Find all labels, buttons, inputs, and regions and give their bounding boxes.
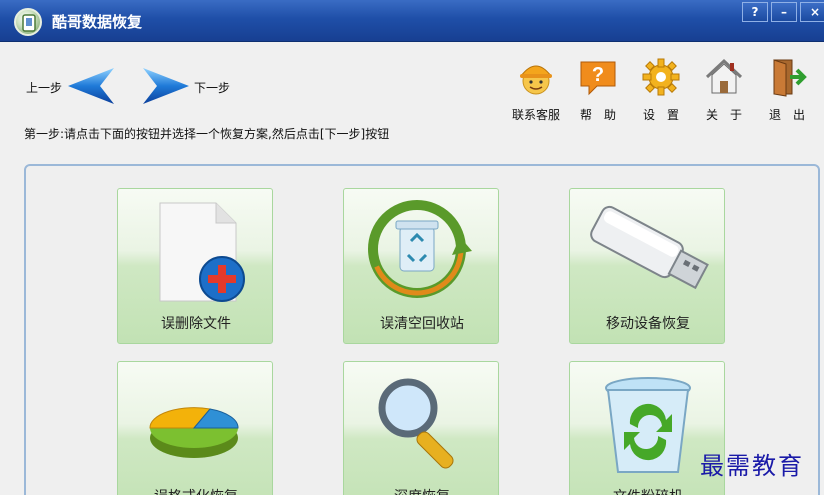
card-deleted-files[interactable]: 误删除文件: [117, 188, 273, 344]
magnifier-icon: [378, 378, 454, 469]
card-deleted-files-label: 误删除文件: [161, 316, 231, 332]
title-help-button[interactable]: ?: [742, 2, 768, 22]
tool-help-label: 帮 助: [579, 108, 616, 122]
tool-support[interactable]: 联系客服: [506, 56, 566, 123]
tool-settings-label: 设 置: [642, 108, 679, 122]
minimize-button[interactable]: –: [771, 2, 797, 22]
card-recycle-bin-label: 误清空回收站: [380, 316, 464, 332]
help-icon: ?: [580, 61, 616, 96]
card-recycle-bin[interactable]: 误清空回收站: [343, 188, 499, 344]
svg-text:?: ?: [592, 64, 604, 86]
tool-settings[interactable]: 设 置: [631, 56, 691, 123]
exit-door-icon: [773, 59, 807, 97]
tool-about[interactable]: 关 于: [694, 56, 754, 123]
card-format-recovery-label: 误格式化恢复: [118, 486, 272, 495]
tool-help[interactable]: ? 帮 助: [568, 56, 628, 123]
prev-arrow-icon[interactable]: [66, 66, 116, 106]
app-window: 酷哥数据恢复 ? – × 上一步 下一步 联系客服 ? 帮 助 设 置 关 于 …: [0, 0, 824, 495]
card-deep-recovery-label: 深度恢复: [344, 486, 498, 495]
next-step-label[interactable]: 下一步: [194, 79, 230, 96]
prev-step-label[interactable]: 上一步: [26, 79, 62, 96]
card-file-shredder-label: 文件粉碎机: [570, 486, 724, 495]
window-title: 酷哥数据恢复: [52, 13, 143, 31]
tool-about-label: 关 于: [705, 108, 742, 122]
tool-exit[interactable]: 退 出: [757, 56, 817, 123]
card-deep-recovery[interactable]: 深度恢复: [343, 361, 499, 495]
card-mobile-device[interactable]: 移动设备恢复: [569, 188, 725, 344]
gear-icon: [642, 58, 680, 96]
nav-toolbar-area: 上一步 下一步 联系客服 ? 帮 助 设 置 关 于 退 出: [0, 42, 824, 122]
tool-support-label: 联系客服: [511, 108, 560, 122]
app-logo-icon: [14, 8, 42, 36]
usb-drive-icon: [590, 205, 709, 290]
card-format-recovery[interactable]: 误格式化恢复: [117, 361, 273, 495]
pie-chart-icon: [149, 407, 239, 458]
watermark-text: 最需教育: [700, 452, 804, 480]
document-add-icon: [159, 202, 245, 302]
recycle-bin-refresh-icon: [368, 200, 472, 298]
card-mobile-device-label: 移动设备恢复: [606, 316, 690, 332]
tool-exit-label: 退 出: [768, 108, 805, 122]
step-instruction: 第一步:请点击下面的按钮并选择一个恢复方案,然后点击[下一步]按钮: [24, 127, 390, 141]
close-button[interactable]: ×: [800, 2, 824, 22]
next-arrow-icon[interactable]: [141, 66, 191, 106]
home-icon: [705, 58, 743, 94]
support-agent-icon: [519, 65, 553, 95]
title-bar: 酷哥数据恢复 ? – ×: [0, 0, 824, 42]
